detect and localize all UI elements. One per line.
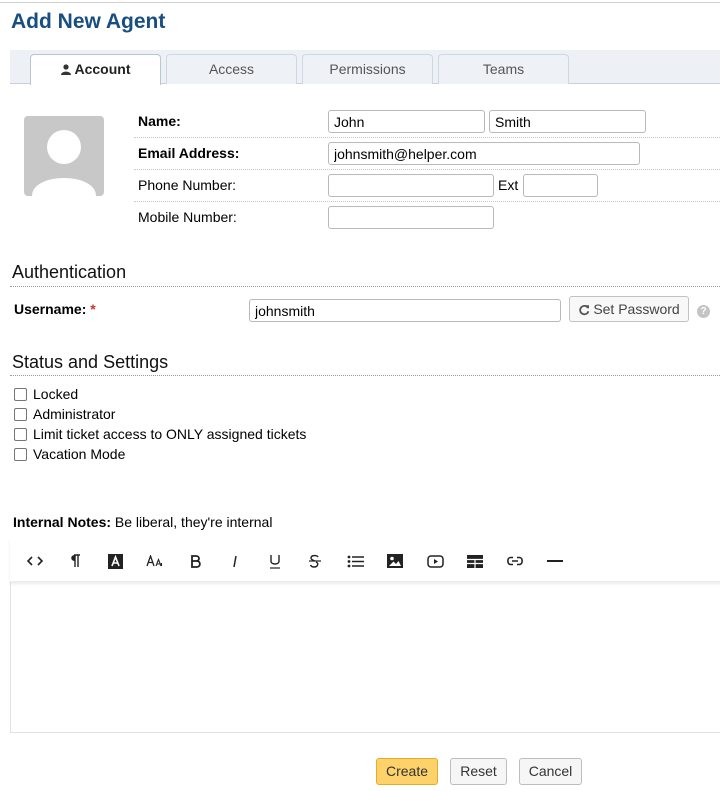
insert-video-icon[interactable] bbox=[422, 549, 448, 573]
refresh-icon bbox=[578, 299, 590, 323]
email-input[interactable] bbox=[328, 142, 640, 165]
internal-notes-heading: Internal Notes: Be liberal, they're inte… bbox=[13, 514, 272, 530]
avatar[interactable] bbox=[24, 116, 104, 196]
code-view-icon[interactable] bbox=[22, 549, 48, 573]
help-icon[interactable]: ? bbox=[697, 305, 710, 318]
horizontal-rule-icon[interactable] bbox=[542, 549, 568, 573]
strikethrough-icon[interactable] bbox=[302, 549, 328, 573]
insert-table-icon[interactable] bbox=[462, 549, 488, 573]
tab-permissions-label: Permissions bbox=[329, 61, 406, 77]
limit-access-option[interactable]: Limit ticket access to ONLY assigned tic… bbox=[14, 425, 306, 443]
tab-account-label: Account bbox=[74, 61, 131, 77]
notes-editor-body[interactable] bbox=[12, 583, 720, 731]
tab-teams-label: Teams bbox=[482, 61, 525, 77]
ext-input[interactable] bbox=[523, 174, 598, 197]
vacation-mode-checkbox[interactable] bbox=[14, 447, 27, 461]
internal-notes-hint: Be liberal, they're internal bbox=[114, 514, 273, 530]
tab-permissions[interactable]: Permissions bbox=[302, 54, 433, 84]
email-label: Email Address: bbox=[138, 145, 240, 161]
administrator-option[interactable]: Administrator bbox=[14, 405, 115, 423]
phone-label: Phone Number: bbox=[138, 177, 237, 193]
italic-icon[interactable] bbox=[222, 549, 248, 573]
reset-button[interactable]: Reset bbox=[450, 758, 507, 785]
insert-image-icon[interactable] bbox=[382, 549, 408, 573]
create-button[interactable]: Create bbox=[376, 758, 438, 785]
set-password-label: Set Password bbox=[593, 301, 680, 317]
required-marker: * bbox=[90, 301, 96, 317]
vacation-mode-option[interactable]: Vacation Mode bbox=[14, 445, 125, 463]
locked-label: Locked bbox=[33, 386, 79, 402]
mobile-label: Mobile Number: bbox=[138, 209, 237, 225]
internal-notes-label: Internal Notes: bbox=[13, 514, 112, 530]
tab-account[interactable]: Account bbox=[30, 54, 161, 85]
set-password-button[interactable]: Set Password bbox=[569, 296, 689, 322]
cancel-button[interactable]: Cancel bbox=[519, 758, 582, 785]
status-settings-heading: Status and Settings bbox=[12, 352, 169, 372]
text-color-icon[interactable] bbox=[102, 549, 128, 573]
locked-checkbox[interactable] bbox=[14, 387, 27, 401]
row-divider bbox=[134, 201, 720, 202]
bold-icon[interactable] bbox=[182, 549, 208, 573]
ext-label: Ext bbox=[498, 177, 519, 193]
authentication-heading: Authentication bbox=[12, 262, 127, 282]
tab-teams[interactable]: Teams bbox=[438, 54, 569, 84]
administrator-label: Administrator bbox=[33, 406, 116, 422]
page-title: Add New Agent bbox=[11, 10, 166, 33]
tab-access-label: Access bbox=[208, 61, 255, 77]
user-icon bbox=[60, 56, 71, 84]
unordered-list-icon[interactable] bbox=[342, 549, 368, 573]
row-divider bbox=[134, 169, 720, 170]
section-divider bbox=[10, 375, 720, 376]
name-label: Name: bbox=[138, 113, 181, 129]
row-divider bbox=[134, 137, 720, 138]
phone-input[interactable] bbox=[328, 174, 494, 197]
locked-option[interactable]: Locked bbox=[14, 385, 78, 403]
font-size-icon[interactable] bbox=[142, 549, 168, 573]
vacation-mode-label: Vacation Mode bbox=[33, 446, 126, 462]
underline-icon[interactable] bbox=[262, 549, 288, 573]
tab-access[interactable]: Access bbox=[166, 54, 297, 84]
username-label-text: Username: bbox=[14, 301, 87, 317]
avatar-placeholder-icon bbox=[32, 130, 96, 196]
insert-link-icon[interactable] bbox=[502, 549, 528, 573]
limit-access-label: Limit ticket access to ONLY assigned tic… bbox=[33, 426, 307, 442]
username-input[interactable] bbox=[249, 299, 561, 322]
last-name-input[interactable] bbox=[489, 110, 646, 133]
mobile-input[interactable] bbox=[328, 206, 494, 229]
paragraph-icon[interactable] bbox=[62, 549, 88, 573]
limit-access-checkbox[interactable] bbox=[14, 427, 27, 441]
administrator-checkbox[interactable] bbox=[14, 407, 27, 421]
username-label: Username: * bbox=[14, 301, 96, 317]
first-name-input[interactable] bbox=[328, 110, 485, 133]
top-divider bbox=[0, 2, 720, 3]
section-divider bbox=[10, 286, 720, 287]
